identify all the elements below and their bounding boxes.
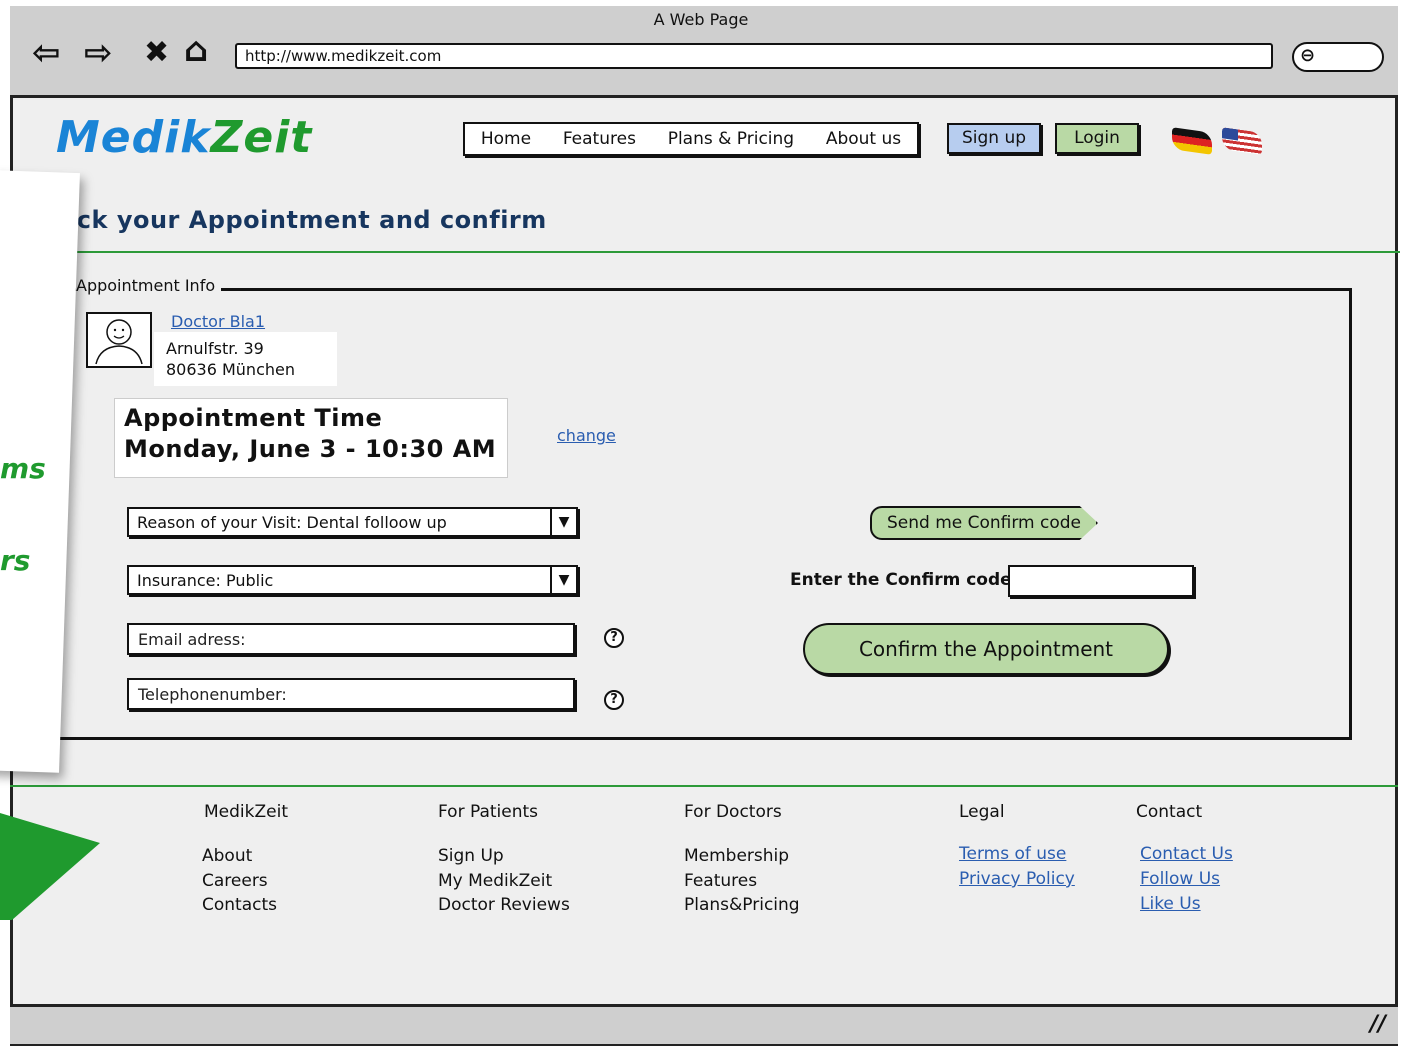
insurance-select-value: Insurance: Public (137, 571, 274, 590)
chevron-down-icon[interactable]: ▼ (550, 567, 576, 593)
overlay-text-2: rs (0, 544, 31, 577)
doctor-address-city: 80636 München (166, 360, 295, 379)
confirm-appointment-button[interactable]: Confirm the Appointment (803, 623, 1169, 675)
footer-link-features[interactable]: Features (684, 871, 757, 891)
footer-heading-patients: For Patients (438, 802, 539, 822)
overlay-text-1: ms (0, 452, 46, 485)
footer-heading-contact: Contact (1136, 802, 1203, 822)
logo-part1: Medik (56, 112, 211, 163)
footer-link-privacy[interactable]: Privacy Policy (959, 869, 1075, 889)
footer-link-sign-up[interactable]: Sign Up (438, 846, 504, 866)
telephone-help-icon[interactable]: ? (604, 690, 624, 710)
footer-link-my-medikzeit[interactable]: My MedikZeit (438, 871, 552, 891)
chevron-down-icon[interactable]: ▼ (550, 509, 576, 535)
footer-link-about[interactable]: About (202, 846, 252, 866)
email-help-icon[interactable]: ? (604, 628, 624, 648)
doctor-address-street: Arnulfstr. 39 (166, 339, 264, 358)
doctor-avatar (86, 312, 152, 368)
top-navigation: Home Features Plans & Pricing About us (463, 122, 919, 156)
page-title: eck your Appointment and confirm (60, 206, 547, 234)
doctor-name-link[interactable]: Doctor Bla1 (171, 312, 265, 331)
appointment-time-value: Monday, June 3 - 10:30 AM (124, 435, 497, 463)
footer-link-membership[interactable]: Membership (684, 846, 789, 866)
footer-link-follow-us[interactable]: Follow Us (1140, 869, 1220, 889)
footer-link-doctor-reviews[interactable]: Doctor Reviews (438, 895, 570, 915)
email-field[interactable]: Email adress: (127, 623, 575, 655)
back-arrow-icon[interactable]: ⇦ (32, 36, 61, 70)
reason-select[interactable]: Reason of your Visit: Dental folloow up … (127, 507, 578, 537)
close-x-icon[interactable]: ✖ (144, 36, 169, 70)
footer-heading-legal: Legal (959, 802, 1005, 822)
login-button[interactable]: Login (1055, 123, 1139, 154)
logo[interactable]: MedikZeit (56, 112, 312, 163)
footer-link-careers[interactable]: Careers (202, 871, 268, 891)
resize-handle-icon[interactable]: // (1370, 1012, 1386, 1037)
change-time-link[interactable]: change (557, 426, 616, 445)
footer-heading-medikzeit: MedikZeit (204, 802, 288, 822)
title-divider (60, 251, 1400, 253)
telephone-field[interactable]: Telephonenumber: (127, 678, 575, 710)
footer-link-terms[interactable]: Terms of use (959, 844, 1066, 864)
insurance-select[interactable]: Insurance: Public ▼ (127, 565, 578, 595)
browser-status-bar (10, 1004, 1398, 1044)
search-icon[interactable]: ⊖ (1292, 42, 1384, 72)
nav-home[interactable]: Home (481, 129, 531, 149)
appointment-info-legend: Appointment Info (76, 276, 222, 295)
footer-divider (10, 785, 1398, 787)
send-confirm-code-button[interactable]: Send me Confirm code (870, 506, 1098, 540)
footer-link-like-us[interactable]: Like Us (1140, 894, 1201, 914)
forward-arrow-icon[interactable]: ⇨ (84, 36, 113, 70)
footer-link-contacts[interactable]: Contacts (202, 895, 277, 915)
url-bar[interactable]: http://www.medikzeit.com (235, 43, 1273, 69)
appointment-time-heading: Appointment Time (124, 404, 383, 432)
nav-about-us[interactable]: About us (826, 129, 901, 149)
home-icon[interactable]: ⌂ (184, 33, 208, 67)
confirm-code-label: Enter the Confirm code (790, 570, 1012, 590)
confirm-code-input[interactable] (1008, 565, 1194, 597)
footer-link-plans-pricing[interactable]: Plans&Pricing (684, 895, 800, 915)
window-title: A Web Page (653, 10, 749, 29)
reason-select-value: Reason of your Visit: Dental folloow up (137, 513, 447, 532)
sign-up-button[interactable]: Sign up (947, 123, 1041, 154)
footer-heading-doctors: For Doctors (684, 802, 782, 822)
logo-part2: Zeit (210, 112, 313, 163)
nav-features[interactable]: Features (563, 129, 636, 149)
footer-link-contact-us[interactable]: Contact Us (1140, 844, 1233, 864)
nav-plans-pricing[interactable]: Plans & Pricing (668, 129, 794, 149)
